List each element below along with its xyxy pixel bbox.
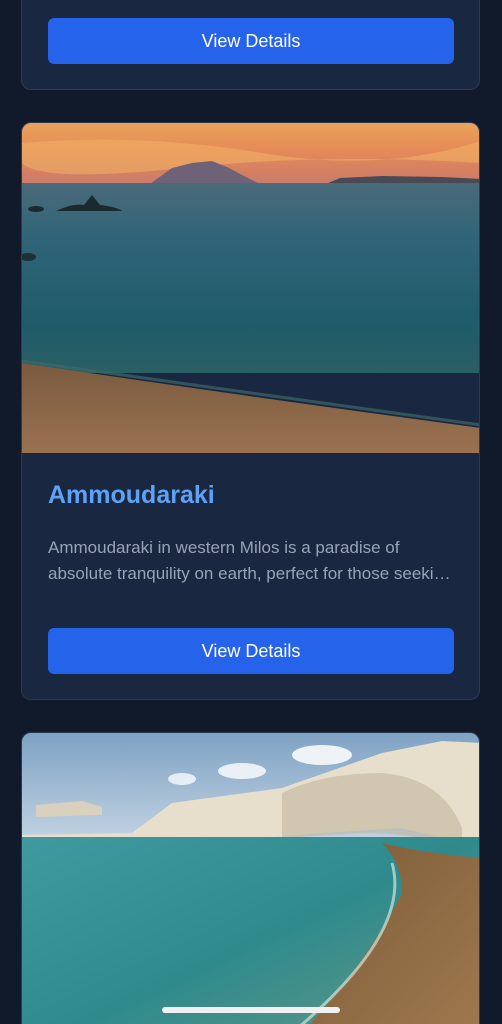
view-details-button[interactable]: View Details xyxy=(48,628,454,674)
beach-title: Ammoudaraki xyxy=(48,481,215,509)
beach-card: Ammoudaraki Ammoudaraki in western Milos… xyxy=(21,122,480,700)
beach-card xyxy=(21,732,480,1024)
sunset-beach-image xyxy=(22,123,479,453)
beach-photo[interactable] xyxy=(22,123,479,453)
beach-list-page: View Details Ammoudaraki Ammoudaraki in … xyxy=(0,0,502,1024)
beach-photo[interactable] xyxy=(22,733,479,1024)
beach-description: Ammoudaraki in western Milos is a paradi… xyxy=(48,538,453,583)
view-details-button[interactable]: View Details xyxy=(48,18,454,64)
cliff-beach-image xyxy=(22,733,479,1024)
beach-card: View Details xyxy=(21,0,480,90)
home-indicator[interactable] xyxy=(162,1007,340,1013)
